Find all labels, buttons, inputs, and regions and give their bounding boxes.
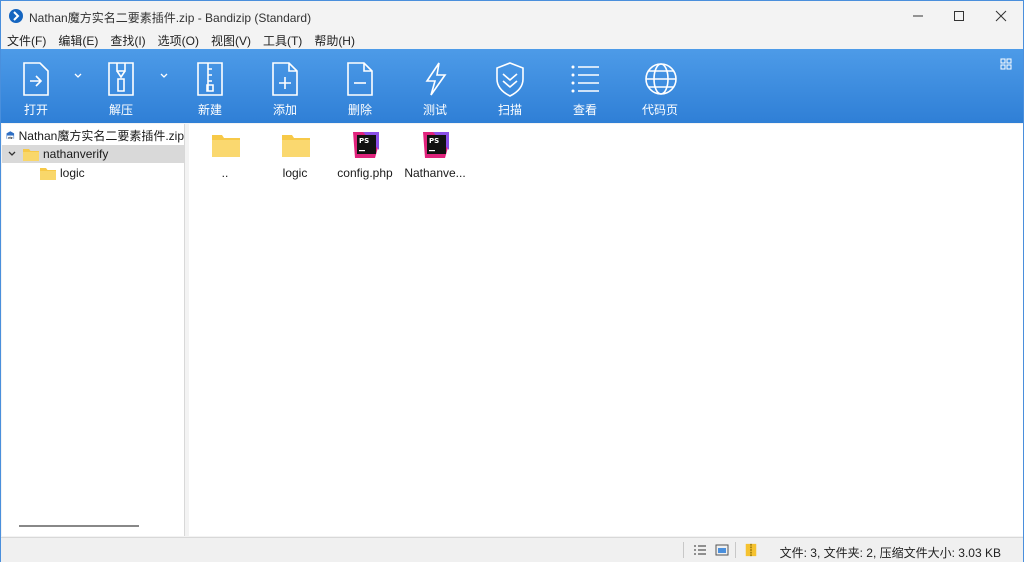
status-text: 文件: 3, 文件夹: 2, 压缩文件大小: 3.03 KB — [779, 546, 1001, 560]
tree-item-nathanverify[interactable]: nathanverify — [2, 145, 184, 163]
scan-label: 扫描 — [497, 103, 522, 117]
folder-icon — [282, 135, 310, 157]
menu-view[interactable]: 视图(V) — [211, 32, 251, 49]
add-label: 添加 — [272, 103, 297, 117]
toolbar: 打开 解压 新建 添加 删除 测试 扫描 查看 代码页 — [1, 49, 1023, 123]
view-label: 查看 — [572, 103, 597, 117]
svg-text:PS: PS — [359, 137, 369, 145]
menu-help[interactable]: 帮助(H) — [314, 32, 355, 49]
zip-archive-icon: zip — [6, 131, 15, 140]
test-button[interactable]: 测试 — [405, 49, 465, 123]
phpstorm-file-icon: PS — [423, 132, 449, 158]
tree-item-label: logic — [60, 166, 85, 180]
add-file-icon — [272, 62, 298, 96]
delete-label: 删除 — [347, 103, 372, 117]
tree-item-logic[interactable]: logic — [2, 164, 184, 182]
delete-file-icon — [347, 62, 373, 96]
new-archive-icon — [197, 62, 223, 96]
window-title: Nathan魔方实名二要素插件.zip - Bandizip (Standard… — [29, 11, 312, 25]
folder-icon — [40, 167, 56, 180]
codepage-label: 代码页 — [641, 103, 678, 117]
file-name: config.php — [337, 166, 393, 180]
new-archive-button[interactable]: 新建 — [180, 49, 240, 123]
bandizip-logo-icon — [9, 9, 23, 23]
details-view-icon[interactable] — [693, 543, 707, 557]
menu-edit[interactable]: 编辑(E) — [58, 32, 98, 49]
menu-options[interactable]: 选项(O) — [158, 32, 199, 49]
file-item-config-php[interactable]: PS config.php — [330, 128, 400, 184]
close-button[interactable] — [978, 1, 1024, 31]
extract-label: 解压 — [108, 103, 133, 117]
test-icon — [425, 62, 447, 96]
maximize-icon — [954, 11, 964, 21]
open-icon — [23, 62, 49, 96]
new-archive-label: 新建 — [197, 103, 222, 117]
minimize-icon — [913, 15, 923, 17]
close-icon — [995, 10, 1007, 22]
tree-root[interactable]: zip Nathan魔方实名二要素插件.zip — [2, 126, 184, 144]
extract-icon — [108, 62, 134, 96]
svg-text:zip: zip — [8, 136, 12, 140]
codepage-globe-icon — [645, 63, 677, 95]
view-button[interactable]: 查看 — [555, 49, 615, 123]
file-name: Nathanve... — [404, 166, 466, 180]
svg-text:PS: PS — [429, 137, 439, 145]
preview-pane-icon[interactable] — [715, 543, 729, 557]
menu-file[interactable]: 文件(F) — [7, 32, 46, 49]
folder-icon — [23, 148, 39, 161]
layout-grid-icon[interactable] — [999, 57, 1013, 71]
open-button[interactable]: 打开 — [6, 49, 66, 123]
delete-button[interactable]: 删除 — [330, 49, 390, 123]
file-name: logic — [282, 166, 308, 180]
status-bar: 文件: 3, 文件夹: 2, 压缩文件大小: 3.03 KB — [1, 537, 1023, 562]
scan-shield-icon — [496, 62, 524, 97]
menu-bar: 文件(F) 编辑(E) 查找(I) 选项(O) 视图(V) 工具(T) 帮助(H… — [1, 31, 1023, 49]
file-name: .. — [221, 166, 229, 180]
file-item-parent[interactable]: .. — [190, 128, 260, 184]
title-bar: Nathan魔方实名二要素插件.zip - Bandizip (Standard… — [1, 1, 1023, 31]
add-button[interactable]: 添加 — [255, 49, 315, 123]
file-item-logic[interactable]: logic — [260, 128, 330, 184]
file-list: .. logic PS config.php PS Nathanve... — [189, 124, 1023, 536]
minimize-button[interactable] — [895, 1, 941, 31]
maximize-button[interactable] — [936, 1, 982, 31]
horizontal-scrollbar[interactable] — [19, 525, 139, 527]
chevron-down-icon[interactable] — [7, 149, 17, 159]
extract-button[interactable]: 解压 — [91, 49, 151, 123]
tree-root-label: Nathan魔方实名二要素插件.zip — [18, 128, 184, 143]
folder-icon — [212, 135, 240, 157]
archive-zip-icon — [745, 543, 757, 557]
view-list-icon — [571, 65, 599, 93]
test-label: 测试 — [422, 103, 447, 117]
tree-item-label: nathanverify — [43, 147, 109, 161]
menu-tools[interactable]: 工具(T) — [263, 32, 302, 49]
app-window: Nathan魔方实名二要素插件.zip - Bandizip (Standard… — [0, 0, 1024, 562]
open-dropdown-chevron-down-icon[interactable] — [71, 69, 85, 83]
codepage-button[interactable]: 代码页 — [630, 49, 690, 123]
phpstorm-file-icon: PS — [353, 132, 379, 158]
divider — [735, 542, 736, 558]
divider — [683, 542, 684, 558]
folder-tree: zip Nathan魔方实名二要素插件.zip nathanverify log… — [2, 124, 185, 536]
open-label: 打开 — [23, 103, 48, 117]
extract-dropdown-chevron-down-icon[interactable] — [157, 69, 171, 83]
scan-button[interactable]: 扫描 — [480, 49, 540, 123]
menu-find[interactable]: 查找(I) — [110, 32, 145, 49]
file-item-nathanverify[interactable]: PS Nathanve... — [400, 128, 470, 184]
